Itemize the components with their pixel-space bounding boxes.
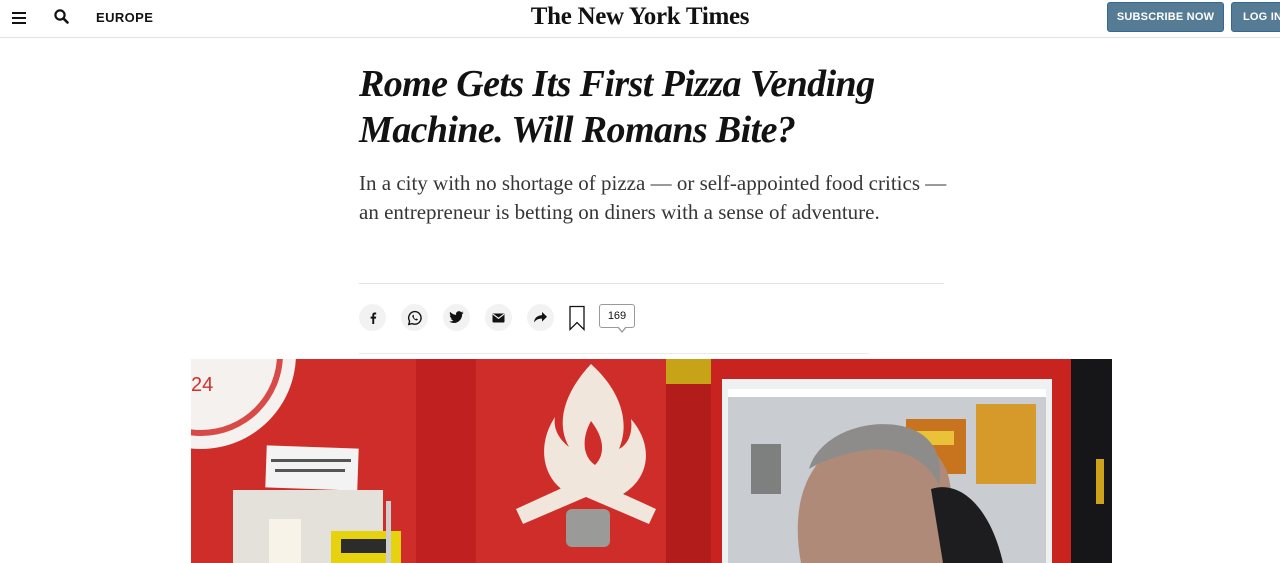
comments-button[interactable]: 169 (599, 304, 635, 333)
save-bookmark-button[interactable] (568, 305, 586, 332)
whatsapp-share-button[interactable] (401, 304, 428, 331)
subscribe-now-button[interactable]: SUBSCRIBE NOW (1107, 2, 1224, 32)
facebook-icon (370, 312, 376, 324)
email-share-button[interactable] (485, 304, 512, 331)
twitter-icon (449, 311, 464, 323)
share-arrow-icon (534, 312, 547, 323)
comment-count: 169 (607, 310, 627, 322)
article-headline: Rome Gets Its First Pizza Vending Machin… (359, 63, 875, 151)
log-in-button[interactable]: LOG IN (1231, 2, 1280, 32)
divider (359, 353, 869, 354)
twitter-share-button[interactable] (443, 304, 470, 331)
divider (359, 283, 944, 284)
lead-photo[interactable]: 24 (191, 359, 1112, 563)
more-share-button[interactable] (527, 304, 554, 331)
photo-pizza-vending-machine: 24 (191, 359, 1112, 563)
whatsapp-icon (407, 310, 422, 325)
email-icon (492, 313, 505, 322)
bookmark-icon (569, 305, 585, 332)
facebook-share-button[interactable] (359, 304, 386, 331)
article-summary: In a city with no shortage of pizza — or… (359, 171, 947, 224)
top-navigation-bar: EUROPE The New York Times SUBSCRIBE NOW … (0, 0, 1280, 38)
sign-number: 24 (191, 374, 213, 396)
nyt-logo: The New York Times (0, 3, 1280, 31)
logo-text[interactable]: The New York Times (531, 3, 750, 30)
